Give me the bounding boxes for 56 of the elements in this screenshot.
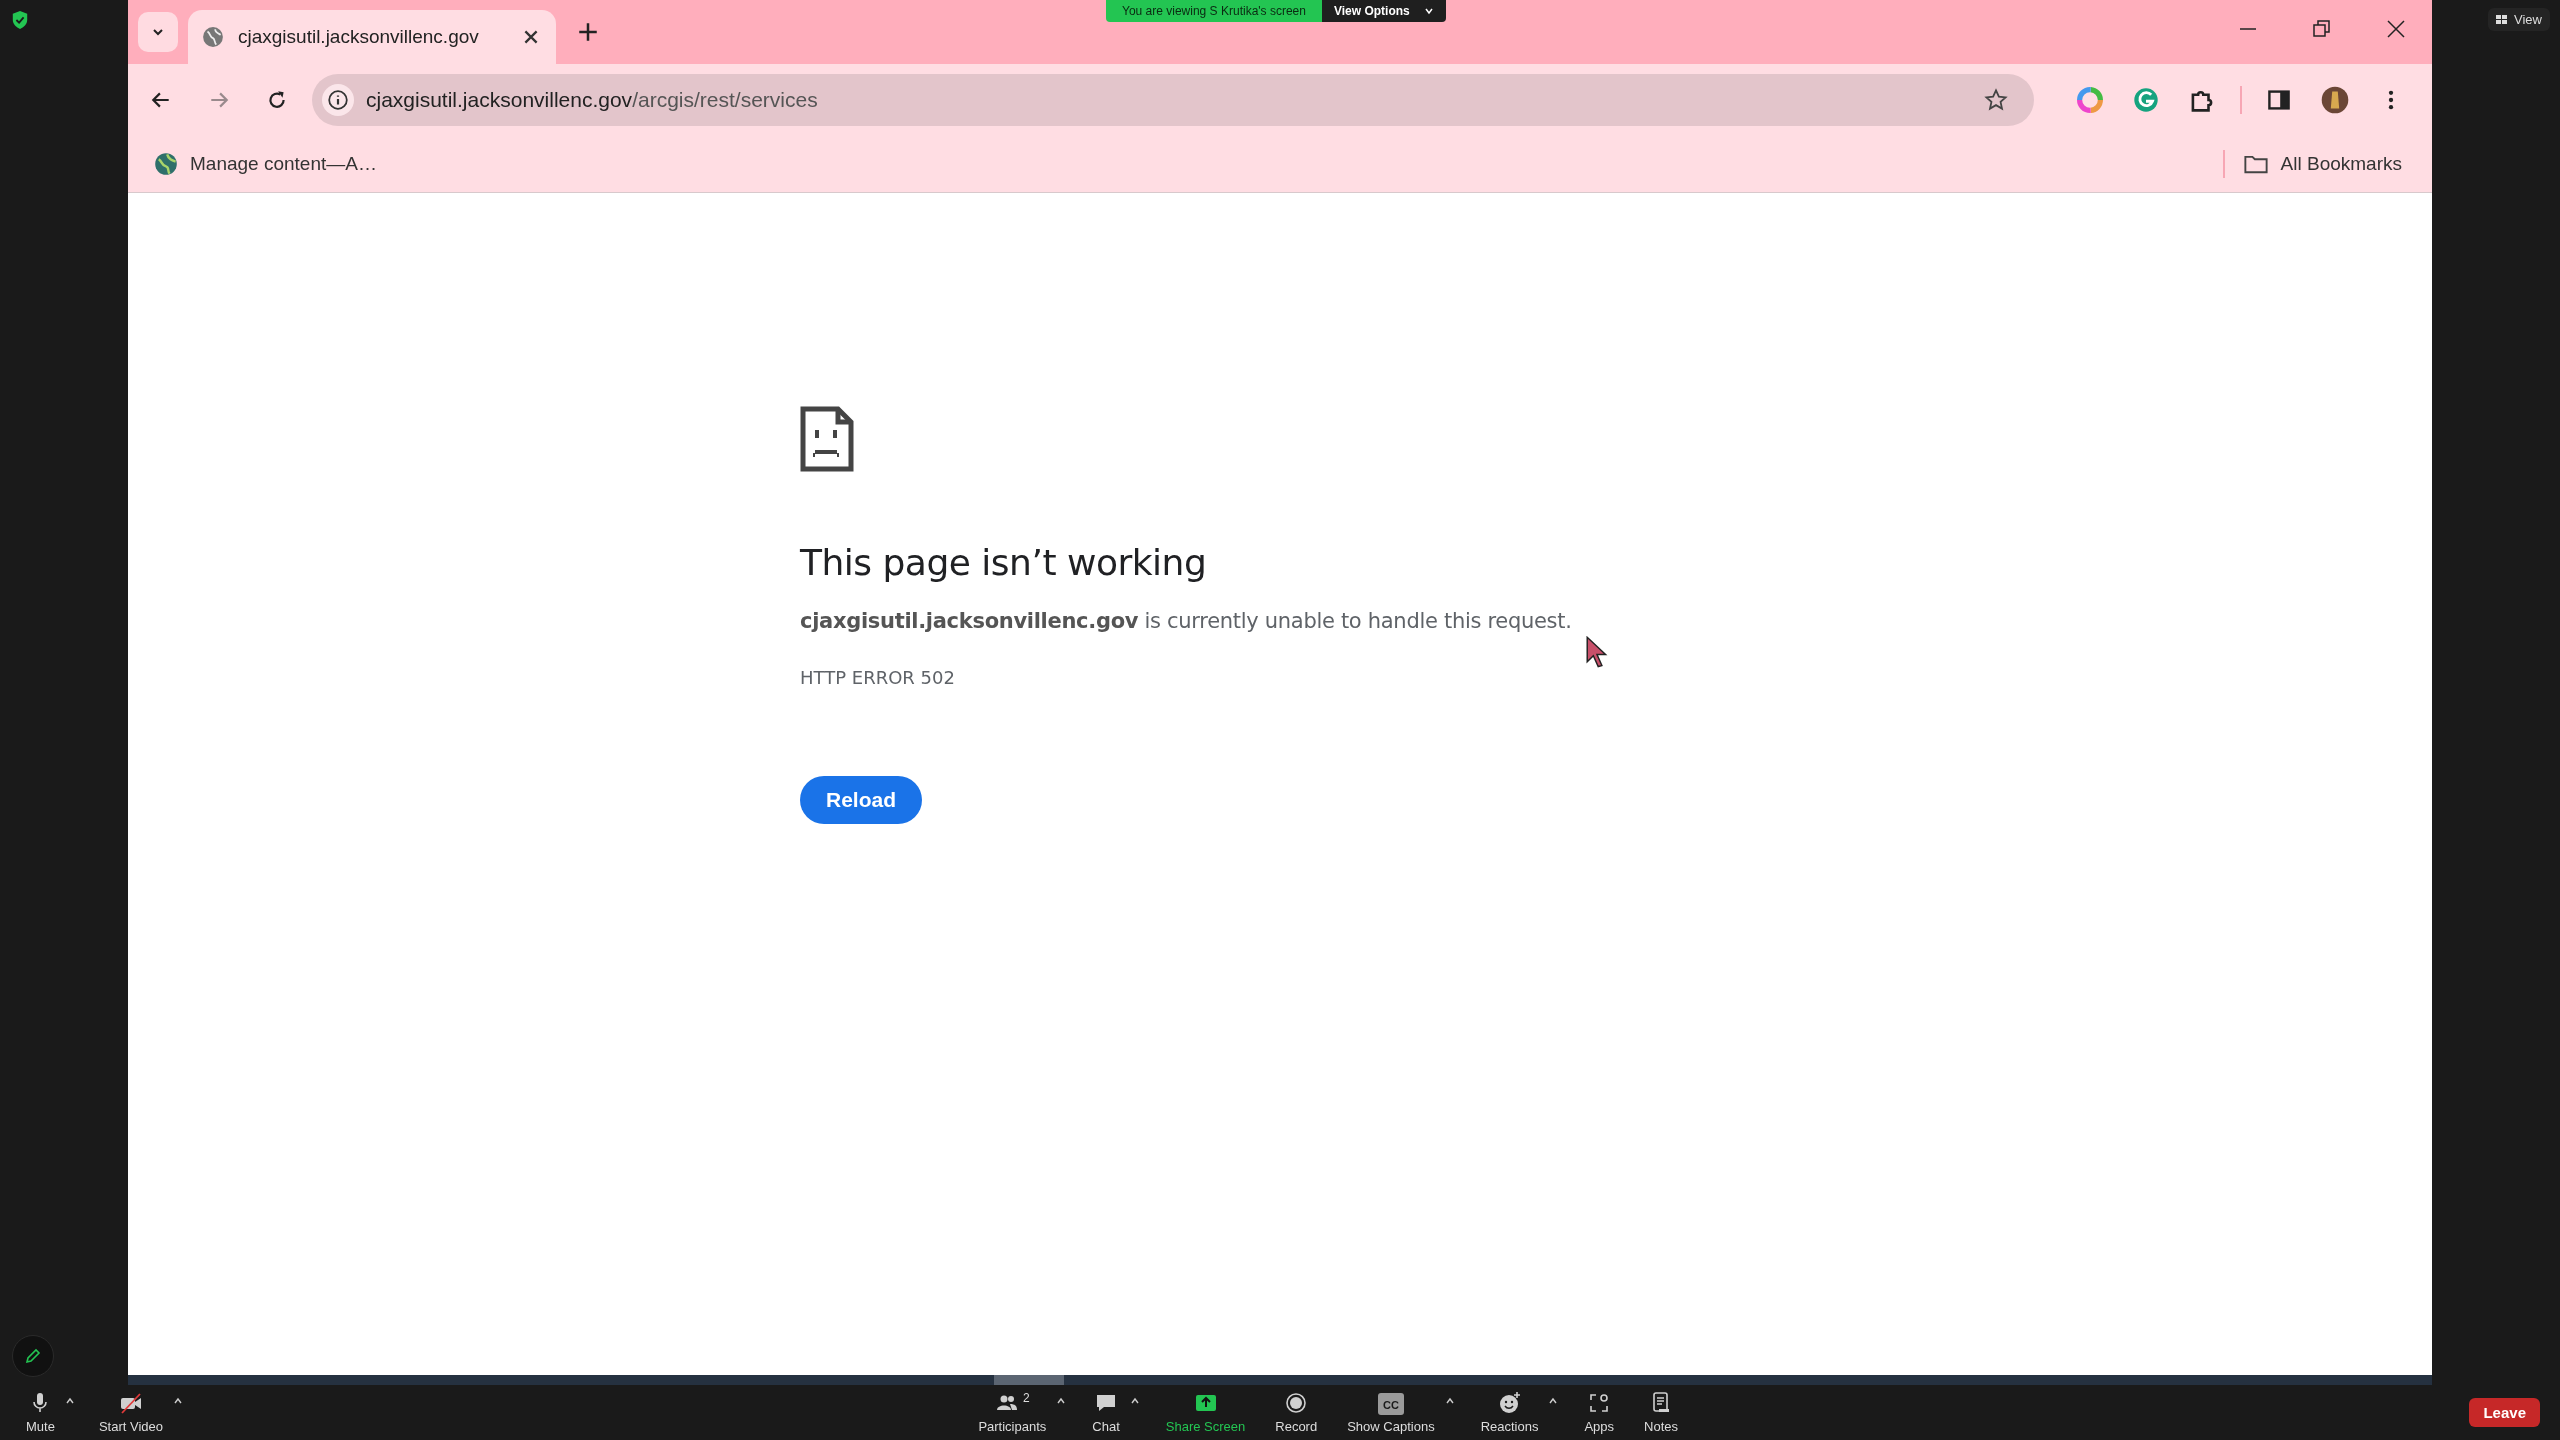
all-bookmarks-button[interactable]: All Bookmarks [2234, 152, 2410, 176]
error-message: cjaxgisutil.jacksonvillenc.gov is currently unable to handle this request. [800, 609, 1572, 633]
caret-up-icon[interactable] [1548, 1397, 1559, 1405]
star-icon[interactable] [1984, 88, 2008, 112]
caret-icon [1423, 6, 1434, 16]
caret-up-icon[interactable] [173, 1397, 183, 1405]
info-icon[interactable] [322, 84, 354, 116]
grid-icon [2496, 14, 2509, 25]
address-bar[interactable]: cjaxgisutil.jacksonvillenc.gov/arcgis/rest/services [312, 74, 2034, 126]
caret-up-icon[interactable] [64, 1397, 75, 1405]
toolbar-button[interactable]: Mute [22, 1391, 59, 1434]
profile-avatar-icon[interactable] [2321, 86, 2349, 114]
pencil-icon [23, 1346, 43, 1366]
toolbar-button[interactable]: CC Show Captions [1343, 1391, 1439, 1434]
globe-icon [202, 26, 224, 48]
sad-page-icon [800, 406, 854, 472]
view-button[interactable]: View [2488, 8, 2550, 31]
browser-tab[interactable]: cjaxgisutil.jacksonvillenc.gov [188, 10, 556, 64]
caret-up-icon[interactable] [1444, 1397, 1455, 1405]
side-panel-icon[interactable] [2267, 88, 2291, 112]
caret-up-icon[interactable] [1056, 1397, 1067, 1405]
reload-icon[interactable] [266, 89, 288, 111]
participant-count: 2 [1023, 1391, 1030, 1405]
scrollbar[interactable] [128, 1375, 2432, 1385]
view-options-button[interactable]: View Options [1321, 0, 1446, 22]
toolbar-button[interactable]: Notes [1640, 1391, 1683, 1434]
toolbar-button[interactable]: Record [1271, 1391, 1322, 1434]
close-icon[interactable] [522, 28, 540, 46]
shield-icon [11, 10, 29, 30]
leave-button[interactable]: Leave [2469, 1398, 2540, 1427]
restore-icon[interactable] [2312, 19, 2332, 39]
error-code: HTTP ERROR 502 [800, 667, 955, 688]
close-icon[interactable] [2386, 19, 2406, 39]
captions-icon: CC [1377, 1393, 1404, 1415]
record-icon [1284, 1391, 1309, 1415]
mouse-cursor-icon [1586, 636, 1608, 668]
url-text: cjaxgisutil.jacksonvillenc.gov/arcgis/rest/services [366, 88, 818, 112]
toolbar-button[interactable]: Reactions [1476, 1391, 1543, 1434]
screen-share-banner: You are viewing S Krutika's screen [1106, 0, 1322, 22]
toolbar-button[interactable]: Chat [1088, 1391, 1124, 1434]
globe-icon [154, 152, 178, 176]
grammar-g-icon[interactable] [2133, 87, 2159, 113]
tab-title: cjaxgisutil.jacksonvillenc.gov [238, 26, 480, 48]
reload-button[interactable]: Reload [800, 776, 922, 824]
caret-up-icon[interactable] [1129, 1397, 1140, 1405]
video-off-icon [118, 1391, 143, 1415]
new-tab-icon[interactable] [578, 22, 598, 42]
colorful-ring-icon[interactable] [2077, 87, 2103, 113]
annotate-button[interactable] [12, 1335, 54, 1377]
error-heading: This page isn’t working [800, 542, 1207, 583]
toolbar-button[interactable]: 2 Participants [974, 1391, 1051, 1434]
smiley-icon [1497, 1391, 1522, 1415]
toolbar-button[interactable]: Apps [1580, 1391, 1619, 1434]
toolbar-button[interactable]: Share Screen [1161, 1391, 1250, 1434]
bookmark-item[interactable]: Manage content—A… [146, 152, 385, 176]
toolbar-button[interactable]: Start Video [94, 1391, 167, 1434]
